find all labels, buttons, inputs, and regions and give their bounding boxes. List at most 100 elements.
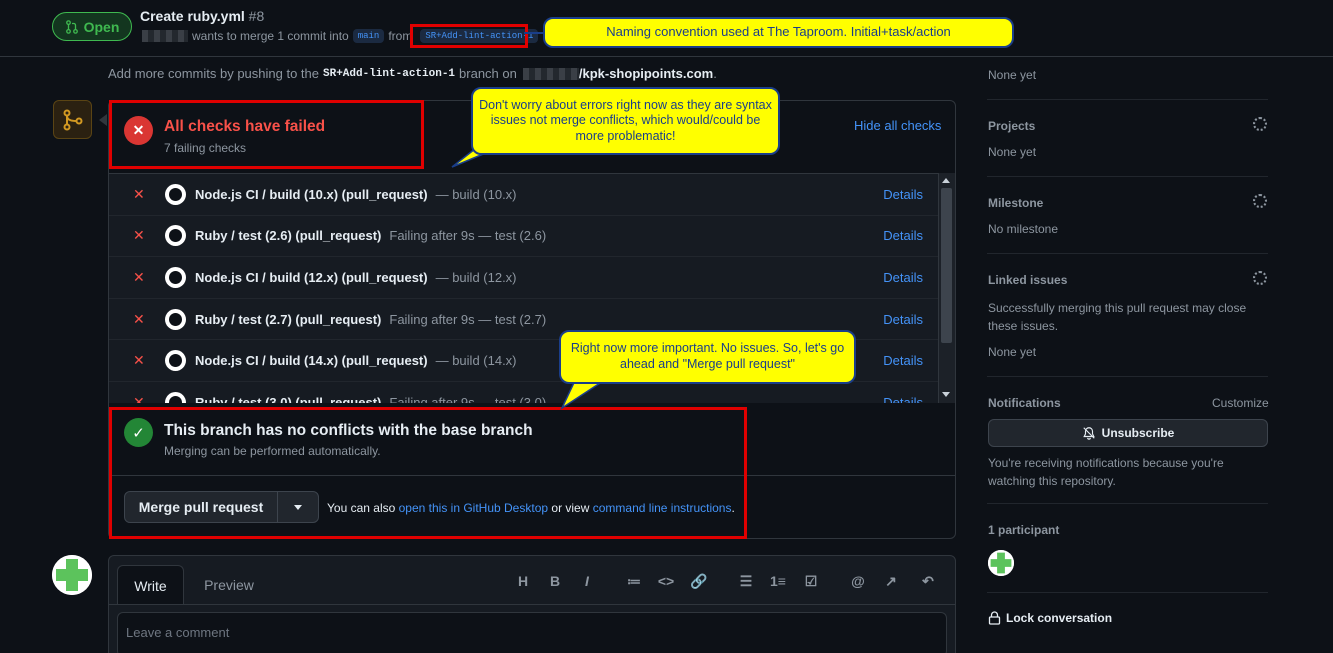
pr-title-text: Create ruby.yml — [140, 8, 245, 24]
italic-icon[interactable]: I — [577, 572, 597, 590]
check-description: Failing after 9s — test (2.7) — [389, 311, 547, 327]
reference-icon[interactable]: ↗ — [881, 572, 901, 590]
check-name: Node.js CI / build (14.x) (pull_request) — [195, 353, 428, 369]
github-actions-icon — [165, 183, 186, 205]
notifications-heading: Notifications — [988, 396, 1061, 410]
annotation-errors-callout: Don't worry about errors right now as th… — [471, 87, 780, 155]
lock-conversation-label: Lock conversation — [1006, 611, 1113, 625]
github-actions-icon — [165, 225, 186, 247]
x-icon: ✕ — [133, 227, 145, 244]
x-icon: ✕ — [133, 310, 145, 327]
x-icon: ✕ — [133, 393, 145, 403]
check-description: — build (14.x) — [435, 353, 517, 369]
sidebar-divider — [987, 376, 1268, 377]
check-details-link[interactable]: Details — [883, 395, 923, 403]
merge-description: wants to merge 1 commit into — [192, 29, 349, 43]
push-hint-branch: SR+Add-lint-action-1 — [323, 67, 456, 80]
gear-icon[interactable] — [1253, 271, 1267, 285]
github-actions-icon — [165, 391, 186, 403]
sidebar-divider — [987, 176, 1268, 177]
task-list-icon[interactable]: ☑ — [801, 572, 821, 590]
annotation-naming-callout: Naming convention used at The Taproom. I… — [543, 17, 1014, 48]
gear-icon[interactable] — [1253, 117, 1267, 131]
check-details-link[interactable]: Details — [883, 353, 923, 368]
github-actions-icon — [165, 308, 186, 330]
check-row: ✕ Ruby / test (3.0) (pull_request) Failing… — [109, 381, 938, 403]
projects-value: None yet — [988, 145, 1037, 159]
link-icon[interactable]: 🔗 — [689, 572, 709, 590]
projects-heading[interactable]: Projects — [988, 119, 1035, 133]
github-actions-icon — [165, 350, 186, 372]
unordered-list-icon[interactable]: ☰ — [736, 572, 756, 590]
check-row: ✕ Node.js CI / build (12.x) (pull_request… — [109, 257, 938, 299]
annotation-highlight-merge — [109, 407, 747, 539]
pr-title: Create ruby.yml #8 — [140, 8, 264, 24]
commenter-avatar[interactable] — [52, 555, 92, 595]
heading-icon[interactable]: H — [513, 572, 533, 590]
tab-write[interactable]: Write — [117, 565, 184, 605]
reply-icon[interactable]: ↶ — [918, 572, 938, 590]
quote-icon[interactable]: ≔ — [624, 572, 644, 590]
push-hint-suffix: . — [713, 66, 717, 81]
lock-icon — [988, 611, 1001, 625]
check-details-link[interactable]: Details — [883, 270, 923, 285]
toolbar-divider — [109, 604, 955, 605]
scroll-up-arrow-icon[interactable] — [942, 178, 950, 183]
mention-icon[interactable]: @ — [848, 572, 868, 590]
code-icon[interactable]: <> — [656, 572, 676, 590]
x-icon: ✕ — [133, 352, 145, 369]
check-details-link[interactable]: Details — [883, 228, 923, 243]
bell-slash-icon — [1082, 426, 1096, 440]
check-description: Failing after 9s — test (3.0) — [389, 394, 547, 403]
participant-avatar[interactable] — [988, 550, 1014, 576]
push-hint-prefix: Add more commits by pushing to the — [108, 66, 319, 81]
timeline-caret — [99, 114, 107, 126]
push-hint-repo[interactable]: /kpk-shopipoints.com — [579, 66, 713, 81]
pr-state-label: Open — [83, 18, 120, 35]
check-name: Ruby / test (3.0) (pull_request) — [195, 394, 382, 403]
check-row: ✕ Ruby / test (2.6) (pull_request) Failing… — [109, 215, 938, 258]
sidebar-divider — [987, 592, 1268, 593]
ordered-list-icon[interactable]: 1≡ — [768, 572, 788, 590]
git-pull-request-icon — [65, 19, 79, 34]
check-details-link[interactable]: Details — [883, 187, 923, 202]
pr-state-badge: Open — [52, 12, 132, 41]
check-description: Failing after 9s — test (2.6) — [389, 228, 547, 244]
gear-icon[interactable] — [1253, 194, 1267, 208]
scroll-down-arrow-icon[interactable] — [942, 392, 950, 397]
bold-icon[interactable]: B — [545, 572, 565, 590]
check-name: Node.js CI / build (12.x) (pull_request) — [195, 269, 428, 285]
milestone-heading[interactable]: Milestone — [988, 196, 1043, 210]
redacted-owner — [522, 67, 579, 80]
sidebar-divider — [987, 99, 1268, 100]
unsubscribe-label: Unsubscribe — [1101, 426, 1175, 440]
notification-reason: You're receiving notifications because y… — [988, 456, 1224, 488]
comment-textarea[interactable]: Leave a comment — [117, 612, 947, 653]
annotation-merge-callout: Right now more important. No issues. So,… — [559, 330, 856, 384]
milestone-value: No milestone — [988, 222, 1059, 236]
check-details-link[interactable]: Details — [883, 312, 923, 327]
git-merge-icon — [53, 100, 92, 139]
push-hint: Add more commits by pushing to the SR+Ad… — [108, 66, 717, 81]
x-icon: ✕ — [133, 185, 145, 202]
lock-conversation-button[interactable]: Lock conversation — [988, 611, 1112, 625]
base-branch-tag[interactable]: main — [352, 29, 385, 43]
annotation-highlight-branch — [410, 24, 528, 48]
hide-all-checks-link[interactable]: Hide all checks — [854, 118, 941, 133]
linked-issues-heading[interactable]: Linked issues — [988, 273, 1067, 287]
push-hint-middle: branch on — [459, 66, 517, 81]
customize-link[interactable]: Customize — [1212, 396, 1269, 410]
unsubscribe-button[interactable]: Unsubscribe — [988, 419, 1268, 447]
github-actions-icon — [165, 266, 186, 288]
from-word: from — [388, 29, 413, 43]
check-name: Ruby / test (2.6) (pull_request) — [195, 228, 382, 244]
check-name: Ruby / test (2.7) (pull_request) — [195, 311, 382, 327]
participants-heading: 1 participant — [988, 523, 1060, 537]
checks-scroll-thumb[interactable] — [941, 188, 952, 343]
redacted-username — [142, 30, 188, 42]
annotation-highlight-checks — [109, 100, 424, 169]
sidebar-divider — [987, 503, 1268, 504]
check-description: — build (10.x) — [435, 186, 517, 202]
x-icon: ✕ — [133, 268, 145, 285]
tab-preview[interactable]: Preview — [190, 565, 268, 605]
